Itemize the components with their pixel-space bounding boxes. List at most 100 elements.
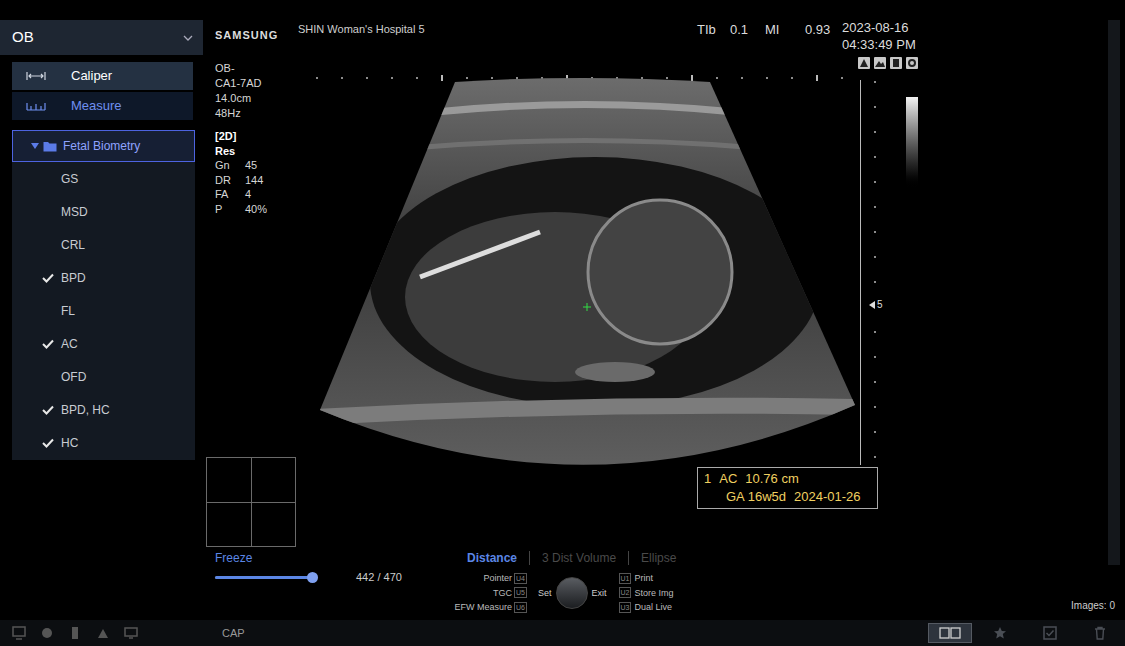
view-button[interactable] [928, 623, 972, 643]
hospital-name: SHIN Woman's Hospital 5 [295, 0, 697, 56]
measure-item[interactable]: AC [12, 327, 195, 360]
image-area: SAMSUNG OB-CA1-7AD14.0cm48Hz [2D] Res Gn… [205, 0, 1125, 620]
date-time: 2023-08-16 04:33:49 PM [842, 0, 932, 56]
monitor-icon [124, 626, 138, 640]
soft-key-badge: U5 [514, 587, 527, 598]
soft-key[interactable]: U1Print [619, 571, 674, 586]
measure-item[interactable]: HC [12, 426, 195, 459]
check-icon [42, 207, 54, 217]
check-icon [42, 438, 54, 448]
imaging-params: [2D] Res Gn45DR144FA4P40% [215, 129, 295, 216]
param-label: P [215, 202, 245, 217]
caliper-icon [26, 71, 46, 81]
measure-item[interactable]: CRL [12, 228, 195, 261]
measure-item[interactable]: FL [12, 294, 195, 327]
soft-key-badge: U4 [514, 573, 527, 584]
measure-item-label: FL [61, 302, 75, 320]
cine-slider[interactable] [215, 576, 318, 579]
printer-icon [96, 626, 110, 640]
readout-label: MI [765, 20, 805, 56]
focus-triangle-icon [869, 301, 875, 309]
caps-indicator: CAP [222, 625, 245, 642]
usb-icon [68, 626, 82, 640]
soft-key[interactable]: EFW MeasureU6 [455, 600, 527, 615]
measure-item[interactable]: MSD [12, 195, 195, 228]
controls: Freeze 442 / 470 Distance3 Dist VolumeEl… [205, 466, 1125, 620]
measurement-index: 1 [704, 470, 711, 488]
preset: Res [215, 144, 295, 159]
freeze-label[interactable]: Freeze [205, 551, 455, 565]
layout-preview[interactable] [206, 457, 296, 547]
caliper-button[interactable]: Caliper [12, 62, 193, 90]
check-icon [42, 174, 54, 184]
measure-item-label: OFD [61, 368, 86, 386]
depth-scale: 5 [855, 71, 880, 466]
check-icon [42, 306, 54, 316]
status-icons [858, 57, 920, 71]
measurement-value: 10.76 cm [745, 470, 798, 488]
imaging-param: DR144 [215, 173, 295, 188]
grayscale-bar [906, 97, 918, 190]
param-value: 4 [245, 187, 251, 202]
focus-marker[interactable]: 5 [869, 299, 883, 311]
soft-key-badge: U1 [619, 573, 632, 584]
imaging-param: FA4 [215, 187, 295, 202]
readout-label: TIb [697, 20, 730, 56]
cine-knob[interactable] [307, 572, 318, 583]
soft-key[interactable]: PointerU4 [484, 571, 527, 586]
focus-depth: 5 [877, 299, 883, 311]
readout-value: 0.1 [730, 20, 748, 56]
safety-readout: MI0.93 [765, 0, 842, 56]
star-icon [993, 626, 1007, 640]
soft-key-label: Store Img [634, 586, 673, 601]
param-label: DR [215, 173, 245, 188]
settings-icon [906, 57, 918, 69]
soft-key-label: Print [634, 571, 653, 586]
measure-list: Fetal Biometry GSMSDCRL BPD FL AC OFD BPD, HC… [12, 130, 195, 460]
measure-folder[interactable]: Fetal Biometry [12, 130, 195, 162]
measure-item[interactable]: BPD [12, 261, 195, 294]
caliper-mode[interactable]: 3 Dist Volume [529, 551, 628, 565]
set-label: Set [538, 586, 552, 601]
check-icon [42, 339, 54, 349]
depth-ticks-icon [873, 80, 877, 465]
measure-button[interactable]: Measure [12, 92, 193, 120]
caliper-mode[interactable]: Distance [455, 551, 529, 565]
dual-view-icon [939, 627, 961, 639]
measure-item-label: BPD [61, 269, 86, 287]
expand-arrow-icon [31, 142, 39, 150]
measure-item[interactable]: GS [12, 162, 195, 195]
param-value: 45 [245, 158, 257, 173]
info-column: SAMSUNG OB-CA1-7AD14.0cm48Hz [2D] Res Gn… [205, 0, 295, 466]
caliper-modes: Distance3 Dist VolumeEllipse [455, 550, 695, 565]
soft-key[interactable]: TGCU5 [493, 586, 527, 601]
caliper-mode[interactable]: Ellipse [628, 551, 688, 565]
soft-key-label: Dual Live [634, 600, 672, 615]
probe-info-line: OB- [215, 61, 295, 76]
param-label: Gn [215, 158, 245, 173]
measure-item[interactable]: BPD, HC [12, 393, 195, 426]
ultrasound-image[interactable] [295, 56, 855, 466]
scrollbar[interactable] [1108, 20, 1120, 565]
trash-icon [1093, 626, 1107, 640]
mode-menu[interactable]: OB [0, 20, 203, 55]
soft-key-label: Pointer [484, 571, 513, 586]
control-knob[interactable] [556, 577, 588, 609]
left-panel: OB Caliper Measure Fetal Biometry [0, 0, 205, 620]
measurement-label: AC [719, 470, 737, 488]
imaging-param: Gn45 [215, 158, 295, 173]
measure-item-label: BPD, HC [61, 401, 110, 419]
gestational-age: GA 16w5d [726, 488, 786, 506]
chevron-down-icon [183, 35, 193, 41]
exit-label: Exit [592, 586, 607, 601]
measure-item[interactable]: OFD [12, 360, 195, 393]
soft-key-label: EFW Measure [455, 600, 513, 615]
ultrasound-scan-icon [315, 72, 860, 470]
view-button[interactable] [1028, 623, 1072, 643]
soft-key[interactable]: U2Store Img [619, 586, 674, 601]
soft-key[interactable]: U3Dual Live [619, 600, 674, 615]
view-button[interactable] [1078, 623, 1122, 643]
check-icon [42, 372, 54, 382]
view-button[interactable] [978, 623, 1022, 643]
ruler-icon [26, 101, 46, 111]
